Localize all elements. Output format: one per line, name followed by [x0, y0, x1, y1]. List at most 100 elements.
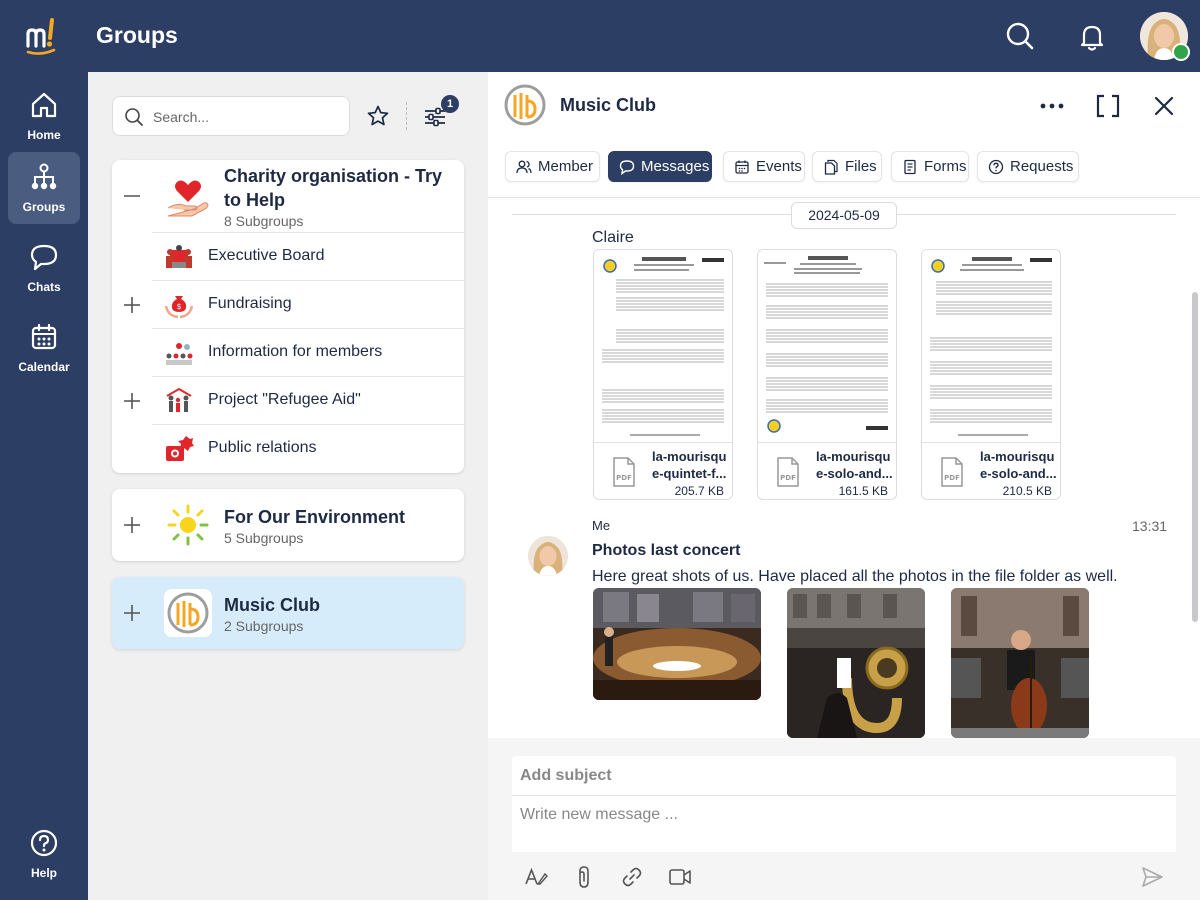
expand-plus-icon[interactable]: [122, 603, 142, 623]
music-club-logo-icon[interactable]: [164, 589, 212, 637]
board-people-icon: [166, 245, 192, 268]
concert-photo-tuba[interactable]: [787, 588, 925, 738]
subgroup-label: Fundraising: [208, 295, 292, 312]
date-separator: 2024-05-09: [791, 202, 897, 229]
file-attachment[interactable]: PDF la-mourisqu e-solo-and... 210.5 KB: [921, 249, 1061, 500]
text-format-icon[interactable]: [524, 865, 548, 889]
file-name: la-mourisqu e-solo-and...: [816, 449, 892, 481]
file-name: la-mourisqu e-solo-and...: [980, 449, 1056, 481]
tab-files[interactable]: Files: [812, 151, 882, 182]
subgroup-public-relations[interactable]: Public relations: [152, 424, 464, 472]
nav-calendar[interactable]: Calendar: [8, 312, 80, 384]
group-subtitle: 2 Subgroups: [224, 618, 304, 634]
sun-icon[interactable]: [164, 501, 212, 549]
tab-label: Forms: [924, 158, 967, 175]
bell-icon[interactable]: [1076, 20, 1108, 52]
charity-heart-hand-icon[interactable]: [164, 172, 212, 220]
tab-label: Requests: [1010, 158, 1074, 175]
file-size: 161.5 KB: [838, 484, 888, 498]
nav-chats-label: Chats: [27, 280, 61, 294]
tab-member[interactable]: Member: [505, 151, 600, 182]
video-camera-icon[interactable]: [668, 865, 692, 889]
nav-home[interactable]: Home: [8, 80, 80, 152]
compose-area: [488, 738, 1200, 900]
message-scrollbar[interactable]: [1192, 292, 1198, 622]
money-bag-hands-icon: $: [164, 296, 194, 319]
online-status-icon: [1172, 43, 1190, 61]
group-title[interactable]: Charity organisation - Try to Help: [224, 164, 464, 212]
search-icon[interactable]: [1004, 20, 1036, 52]
tab-events[interactable]: Events: [723, 151, 805, 182]
hierarchy-icon: [31, 163, 57, 190]
message-sender: Me: [592, 518, 611, 533]
message-list[interactable]: 2024-05-09 Claire PDF la-mourisqu e-quin…: [488, 198, 1200, 738]
subgroup-label: Project "Refugee Aid": [208, 391, 361, 408]
subgroup-label: Information for members: [208, 343, 383, 360]
paperclip-icon[interactable]: [572, 865, 596, 889]
nav-groups-label: Groups: [22, 200, 66, 214]
pdf-file-icon: PDF: [777, 457, 799, 487]
nav-help[interactable]: Help: [8, 818, 80, 890]
svg-text:PDF: PDF: [616, 474, 632, 482]
files-icon: [824, 159, 838, 175]
subgroup-executive-board[interactable]: Executive Board: [152, 232, 464, 280]
file-attachment[interactable]: PDF la-mourisqu e-solo-and... 161.5 KB: [757, 249, 897, 500]
collapse-minus-icon[interactable]: [122, 186, 142, 206]
form-document-icon: [904, 159, 916, 174]
nav-groups[interactable]: Groups: [8, 152, 80, 224]
pdf-file-icon: PDF: [613, 457, 635, 487]
group-subtitle: 8 Subgroups: [224, 213, 304, 229]
question-bubble-icon: [988, 159, 1004, 174]
close-icon[interactable]: [1150, 92, 1178, 120]
subgroup-fundraising[interactable]: $ Fundraising: [124, 280, 464, 328]
tab-label: Messages: [641, 158, 710, 175]
app-logo[interactable]: [22, 14, 66, 58]
subgroup-information-for-members[interactable]: Information for members: [152, 328, 464, 376]
concert-photo-cello[interactable]: [951, 588, 1089, 738]
file-size: 210.5 KB: [1002, 484, 1052, 498]
fullscreen-icon[interactable]: [1094, 92, 1122, 120]
message-sender: Claire: [592, 229, 634, 246]
presentation-people-icon: [166, 343, 193, 365]
link-icon[interactable]: [620, 865, 644, 889]
file-name: la-mourisqu e-quintet-f...: [652, 449, 727, 481]
subgroup-project-refugee-aid[interactable]: Project "Refugee Aid": [124, 376, 464, 424]
group-title: For Our Environment: [224, 507, 406, 527]
music-club-logo-icon[interactable]: [502, 82, 548, 128]
subgroup-label: Executive Board: [208, 247, 325, 264]
page-title: Groups: [96, 22, 178, 48]
tab-label: Member: [538, 158, 594, 175]
expand-plus-icon[interactable]: [122, 391, 142, 411]
file-attachment[interactable]: PDF la-mourisqu e-quintet-f... 205.7 KB: [593, 249, 733, 500]
group-card-environment[interactable]: For Our Environment 5 Subgroups: [112, 489, 464, 561]
nav-calendar-label: Calendar: [18, 360, 70, 374]
groups-panel: 1 Charity organisation - Try to Help 8 S…: [88, 72, 488, 900]
expand-plus-icon[interactable]: [122, 295, 142, 315]
camera-news-icon: [166, 436, 194, 461]
subject-input[interactable]: [512, 756, 1176, 796]
search-input[interactable]: [153, 106, 343, 128]
message-input[interactable]: [512, 796, 1176, 852]
calendar-icon: [31, 323, 57, 350]
group-subtitle: 5 Subgroups: [224, 530, 304, 546]
nav-help-label: Help: [30, 866, 57, 880]
group-card-charity: Charity organisation - Try to Help 8 Sub…: [112, 160, 464, 473]
nav-chats[interactable]: Chats: [8, 232, 80, 304]
more-options-icon[interactable]: [1038, 92, 1066, 120]
message-time: 13:31: [1132, 518, 1168, 534]
tab-requests[interactable]: Requests: [977, 151, 1079, 182]
filter-count-badge: 1: [441, 95, 459, 113]
tab-messages[interactable]: Messages: [608, 151, 712, 182]
tab-label: Files: [845, 158, 877, 175]
favorites-star-icon[interactable]: [366, 104, 390, 128]
expand-plus-icon[interactable]: [122, 515, 142, 535]
sheet-music-thumbnail: [758, 250, 896, 443]
chat-title: Music Club: [560, 95, 657, 115]
group-card-music-club[interactable]: Music Club 2 Subgroups: [112, 577, 464, 649]
user-avatar[interactable]: [528, 536, 568, 576]
send-icon[interactable]: [1140, 865, 1164, 889]
top-bar: Groups: [0, 0, 1200, 72]
concert-photo-orchestra[interactable]: [593, 588, 761, 700]
tab-forms[interactable]: Forms: [891, 151, 969, 182]
sheet-music-thumbnail: [594, 250, 732, 443]
